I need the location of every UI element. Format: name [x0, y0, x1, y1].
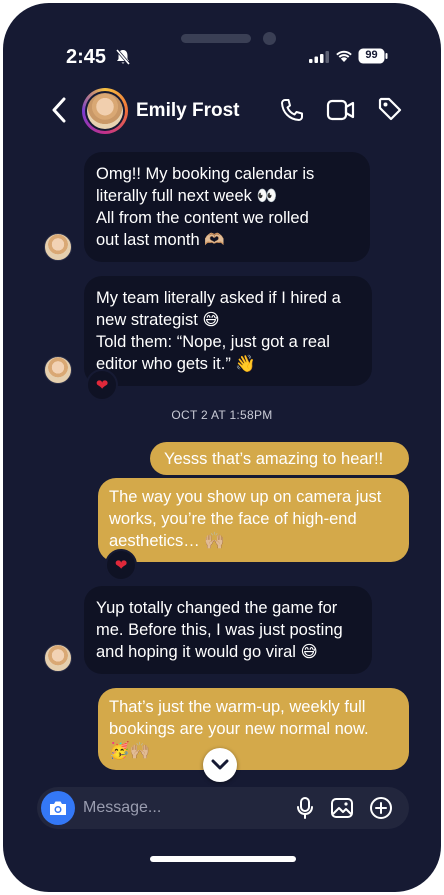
battery-level: 99 [365, 49, 378, 61]
message-line: new strategist 😅 [96, 311, 220, 329]
message-line: literally full next week 👀 [96, 187, 278, 205]
chat-screen: 2:45 99 Emily Frost Omg!! My booking cal… [3, 3, 441, 892]
message-bubble-outgoing[interactable]: The way you show up on camera just works… [98, 478, 409, 562]
back-chevron-icon[interactable] [51, 97, 67, 123]
message-line: me. Before this, I was just posting [96, 621, 343, 639]
contact-name[interactable]: Emily Frost [136, 100, 239, 122]
home-indicator[interactable] [150, 856, 296, 862]
avatar-photo [87, 93, 123, 129]
message-line: bookings are your new normal now. [109, 720, 369, 738]
heart-reaction[interactable]: ❤ [86, 369, 118, 401]
camera-button[interactable] [41, 791, 75, 825]
message-bubble-incoming[interactable]: Yup totally changed the game for me. Bef… [84, 586, 372, 674]
chat-timestamp: OCT 2 AT 1:58PM [171, 408, 273, 422]
message-bubble-incoming[interactable]: Omg!! My booking calendar is literally f… [84, 152, 370, 262]
message-line: works, you’re the face of high-end [109, 510, 357, 528]
silent-bell-icon [115, 49, 131, 65]
sender-avatar[interactable] [44, 356, 72, 384]
heart-icon: ❤ [114, 557, 128, 574]
video-call-icon[interactable] [326, 97, 356, 123]
sender-avatar[interactable] [44, 644, 72, 672]
message-input[interactable] [83, 787, 283, 829]
wifi-icon [336, 50, 352, 62]
microphone-icon[interactable] [293, 796, 317, 820]
phone-call-icon[interactable] [279, 97, 305, 123]
message-line: Yup totally changed the game for [96, 599, 338, 617]
dynamic-island-camera [263, 32, 276, 45]
message-line: editor who gets it.” 👋 [96, 355, 256, 373]
message-line: That’s just the warm-up, weekly full [109, 698, 366, 716]
heart-reaction[interactable]: ❤ [105, 549, 137, 581]
message-line: and hoping it would go viral 😅 [96, 643, 318, 661]
tag-icon[interactable] [377, 96, 403, 122]
camera-icon [50, 801, 66, 815]
status-time: 2:45 [66, 46, 107, 68]
gallery-icon[interactable] [330, 796, 354, 820]
message-composer [37, 787, 409, 829]
dynamic-island-pill [181, 34, 251, 43]
battery-indicator: 99 [358, 48, 388, 64]
message-bubble-outgoing[interactable]: Yesss that’s amazing to hear!! [150, 442, 409, 475]
heart-icon: ❤ [95, 377, 109, 394]
message-bubble-outgoing[interactable]: That’s just the warm-up, weekly full boo… [98, 688, 409, 770]
cell-signal-icon [309, 51, 329, 63]
add-circle-icon[interactable] [369, 796, 393, 820]
message-line: 🥳🙌🏼 [109, 742, 151, 760]
message-line: The way you show up on camera just [109, 488, 382, 506]
message-line: My team literally asked if I hired a [96, 289, 341, 307]
chevron-down-icon [211, 759, 229, 770]
message-line: Yesss that’s amazing to hear!! [164, 450, 384, 468]
message-line: All from the content we rolled [96, 209, 309, 227]
scroll-to-bottom-button[interactable] [203, 748, 237, 782]
message-line: out last month 🫶🏼 [96, 231, 225, 249]
message-line: aesthetics… 🙌🏼 [109, 532, 225, 550]
message-line: Told them: “Nope, just got a real [96, 333, 330, 351]
message-bubble-incoming[interactable]: My team literally asked if I hired a new… [84, 276, 372, 386]
message-line: Omg!! My booking calendar is [96, 165, 315, 183]
contact-avatar[interactable] [82, 88, 128, 134]
sender-avatar[interactable] [44, 233, 72, 261]
phone-frame: 2:45 99 Emily Frost Omg!! My booking cal… [0, 0, 444, 895]
